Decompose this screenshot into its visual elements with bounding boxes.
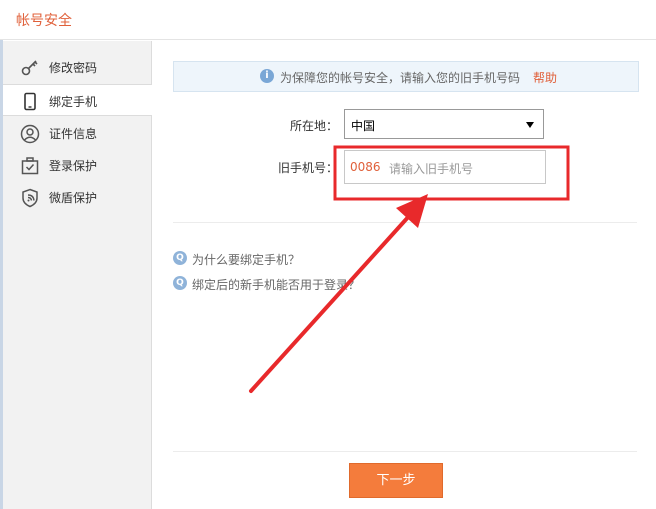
divider — [173, 222, 637, 223]
notice-text: 为保障您的帐号安全，请输入您的旧手机号码 — [280, 71, 521, 85]
faq-text: 为什么要绑定手机？ — [192, 253, 301, 267]
sidebar-item-login-protection[interactable]: 登录保护 — [3, 149, 151, 181]
sidebar-item-label: 登录保护 — [49, 159, 98, 173]
question-icon: Q — [173, 251, 187, 265]
shield-icon — [20, 188, 40, 208]
faq-text: 绑定后的新手机能否用于登录？ — [192, 278, 361, 292]
person-icon — [20, 124, 40, 144]
next-button[interactable]: 下一步 — [349, 463, 443, 498]
sidebar-item-id-info[interactable]: 证件信息 — [3, 117, 151, 149]
phone-icon — [20, 92, 40, 112]
phone-placeholder: 请输入旧手机号 — [389, 162, 474, 176]
notice-bar: i 为保障您的帐号安全，请输入您的旧手机号码 帮助 — [173, 61, 639, 92]
question-icon: Q — [173, 276, 187, 290]
country-code-prefix: 0086 — [350, 160, 381, 174]
title-bar: 帐号安全 — [0, 0, 656, 40]
sidebar-item-shield-protection[interactable]: 微盾保护 — [3, 181, 151, 213]
sidebar-item-label: 证件信息 — [49, 127, 98, 141]
sidebar-item-label: 绑定手机 — [49, 95, 98, 109]
region-select[interactable]: 中国 — [344, 109, 544, 139]
sidebar-item-label: 微盾保护 — [49, 191, 98, 205]
key-icon — [20, 58, 40, 78]
help-link[interactable]: 帮助 — [533, 69, 557, 86]
divider — [173, 451, 637, 452]
region-value: 中国 — [351, 119, 376, 133]
sidebar-item-label: 修改密码 — [49, 61, 98, 75]
main-content: i 为保障您的帐号安全，请输入您的旧手机号码 帮助 所在地： 中国 旧手机号： … — [152, 41, 656, 509]
sidebar: 修改密码 绑定手机 证件信息 登录保护 微盾保护 — [3, 41, 152, 509]
info-icon: i — [260, 69, 274, 83]
dropdown-caret-icon — [526, 122, 534, 128]
briefcase-check-icon — [20, 156, 40, 176]
region-label: 所在地： — [289, 119, 338, 133]
phone-label: 旧手机号： — [277, 161, 338, 175]
sidebar-item-bind-phone[interactable]: 绑定手机 — [3, 84, 152, 116]
old-phone-input[interactable]: 0086 请输入旧手机号 — [344, 150, 546, 184]
window-title: 帐号安全 — [16, 13, 72, 29]
sidebar-item-change-password[interactable]: 修改密码 — [3, 51, 151, 83]
